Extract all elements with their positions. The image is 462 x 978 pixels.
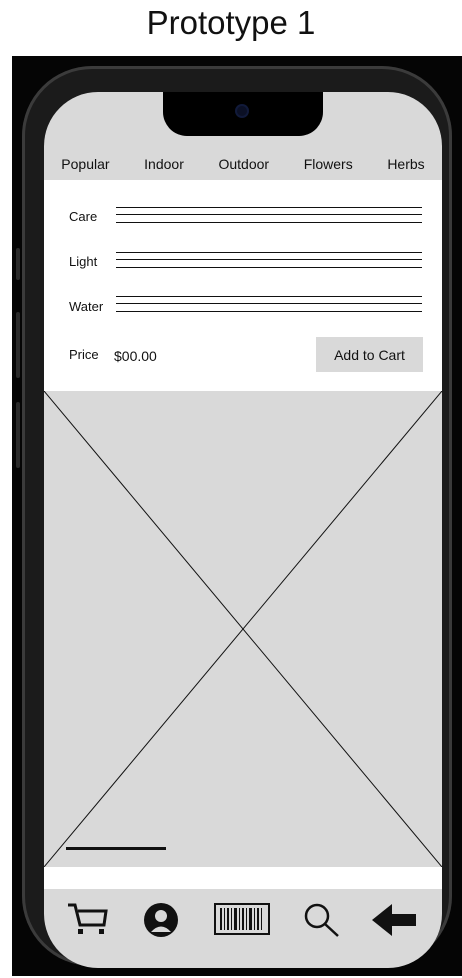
water-label: Water — [69, 299, 104, 314]
add-to-cart-button[interactable]: Add to Cart — [316, 337, 423, 372]
category-tabs: Popular Indoor Outdoor Flowers Herbs — [44, 156, 442, 172]
home-indicator — [66, 847, 166, 850]
phone-screen: Popular Indoor Outdoor Flowers Herbs Car… — [44, 92, 442, 968]
back-arrow-icon[interactable] — [370, 902, 418, 943]
content-divider — [44, 867, 442, 889]
tab-indoor[interactable]: Indoor — [144, 156, 184, 172]
camera-icon — [237, 106, 247, 116]
care-label: Care — [69, 209, 98, 224]
side-button-volume-up — [16, 312, 20, 378]
image-placeholder-cross — [44, 391, 442, 867]
side-button-mute — [16, 248, 20, 280]
side-button-volume-down — [16, 402, 20, 468]
barcode-icon[interactable] — [214, 903, 270, 940]
price-label: Price — [69, 347, 99, 362]
water-text-placeholder — [116, 296, 422, 314]
tab-herbs[interactable]: Herbs — [387, 156, 424, 172]
care-text-placeholder — [116, 207, 422, 225]
tab-popular[interactable]: Popular — [61, 156, 109, 172]
notch — [163, 92, 323, 136]
page-title: Prototype 1 — [146, 4, 316, 41]
light-label: Light — [69, 254, 98, 269]
plant-details-panel: Care Light Water Price $00.00 Add to Car… — [44, 180, 442, 391]
tab-flowers[interactable]: Flowers — [304, 156, 353, 172]
tab-outdoor[interactable]: Outdoor — [218, 156, 269, 172]
phone-device: Popular Indoor Outdoor Flowers Herbs Car… — [12, 56, 462, 976]
plant-image-placeholder — [44, 391, 442, 867]
bottom-nav-bar — [44, 889, 442, 968]
cart-icon[interactable] — [66, 901, 110, 942]
user-icon[interactable] — [142, 901, 180, 944]
search-icon[interactable] — [302, 901, 342, 944]
light-text-placeholder — [116, 252, 422, 270]
price-value: $00.00 — [114, 348, 157, 364]
